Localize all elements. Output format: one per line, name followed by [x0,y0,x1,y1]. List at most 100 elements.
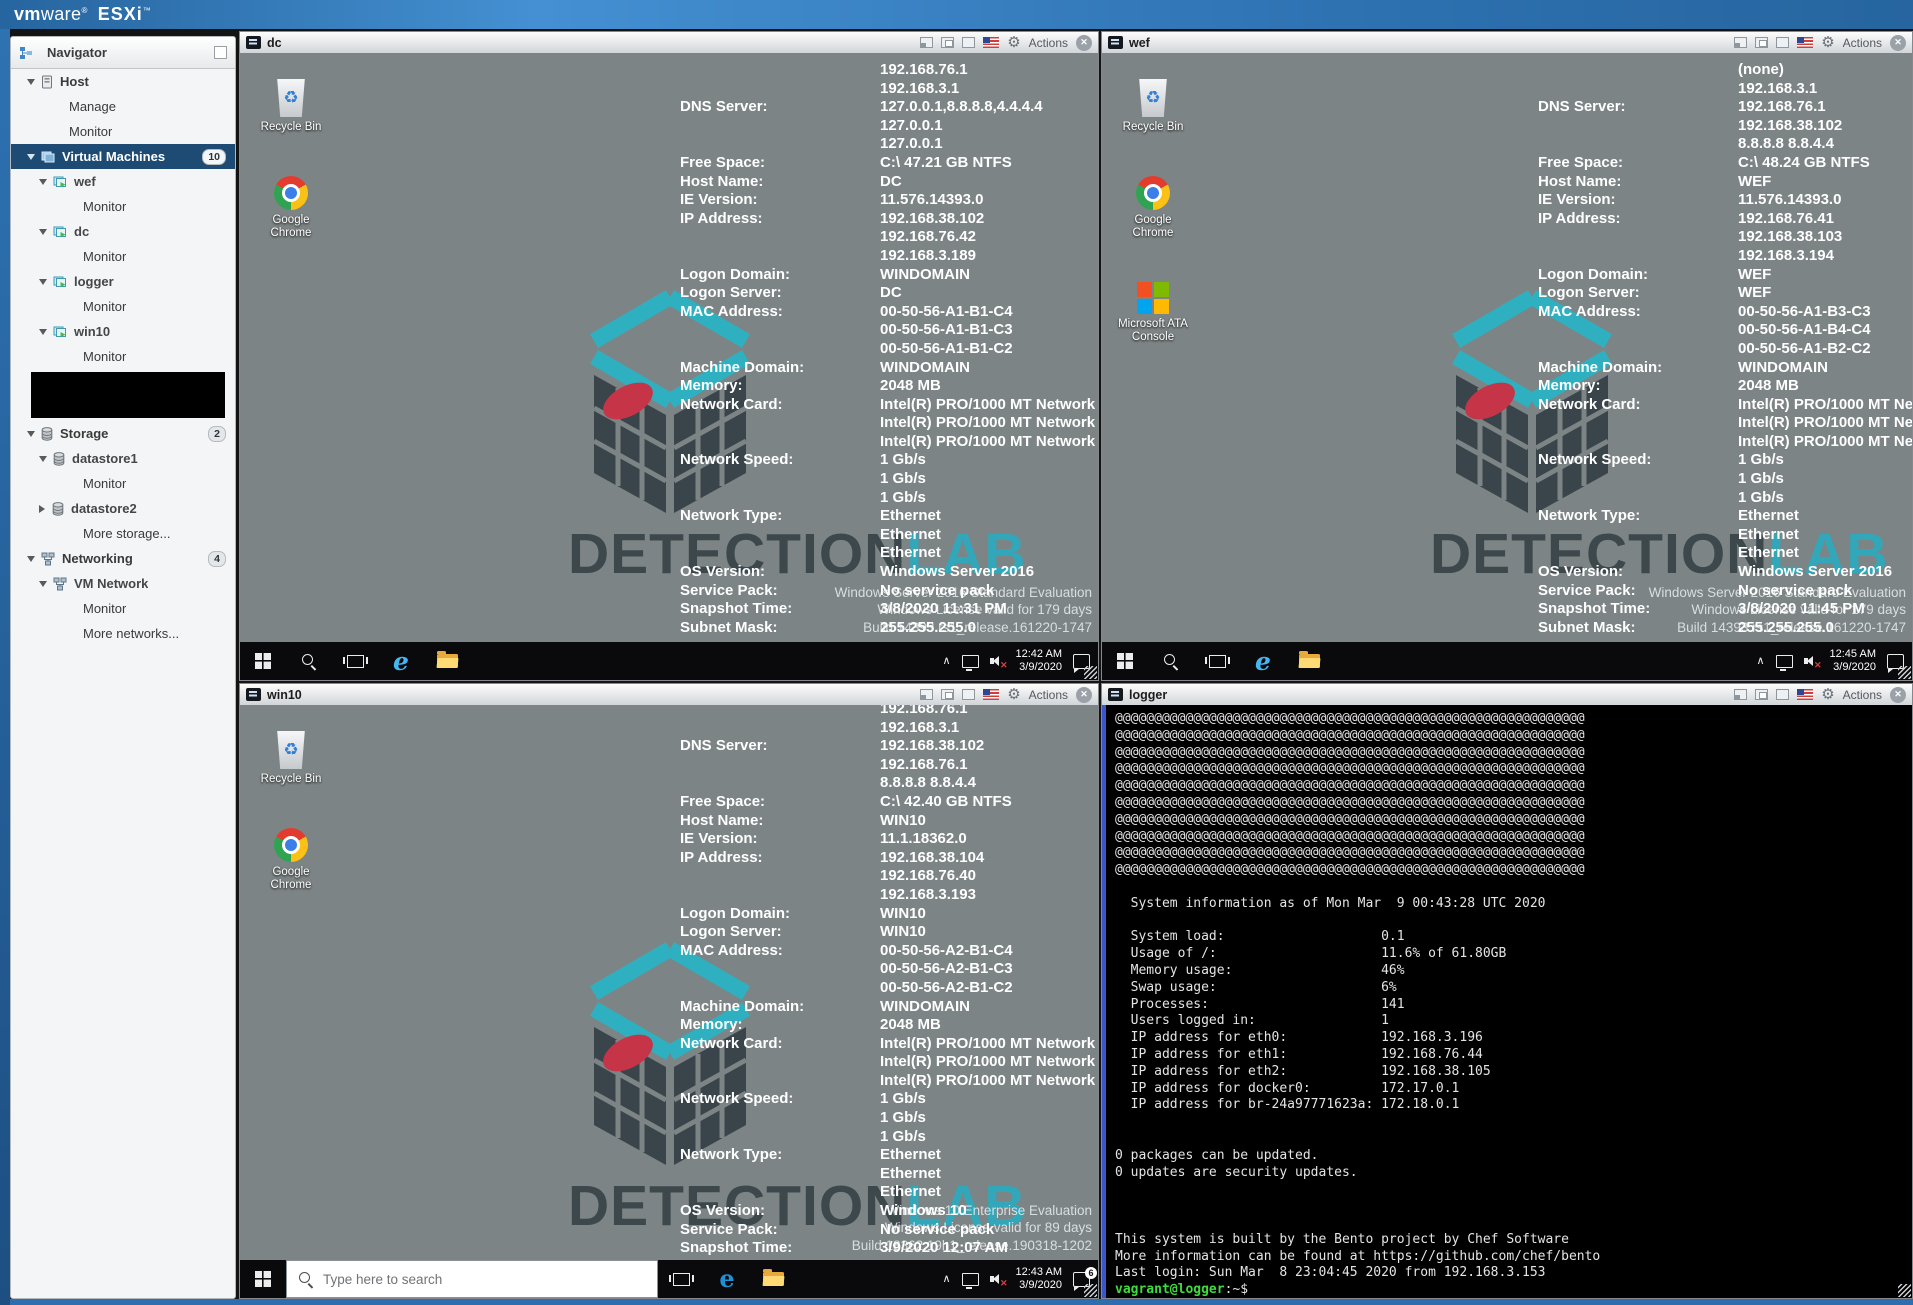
search-button[interactable] [1148,642,1194,680]
keyboard-layout-flag-icon[interactable] [983,37,999,48]
task-view-button[interactable] [332,642,378,680]
keyboard-layout-flag-icon[interactable] [1797,689,1813,700]
tray-chevron-up-icon[interactable]: ∧ [942,1274,950,1285]
actions-menu[interactable]: Actions [1029,36,1068,50]
sidebar-item-datastore2[interactable]: datastore2 [11,496,235,521]
volume-muted-icon[interactable]: ✕ [1804,655,1819,668]
console-fullscreen-icon[interactable] [962,37,975,48]
desktop-icon-google-chrome[interactable]: Google Chrome [1114,176,1192,240]
console-popout-icon[interactable] [1755,689,1768,700]
close-icon[interactable]: ✕ [1076,35,1092,51]
sidebar-item-host[interactable]: Host [11,69,235,94]
gear-icon[interactable]: ⚙ [1007,687,1020,702]
sidebar-item-monitor[interactable]: Monitor [11,244,235,269]
network-tray-icon[interactable] [962,655,979,668]
host-icon [41,75,53,89]
internet-explorer-button[interactable]: e [378,642,424,680]
console-popout-icon[interactable] [941,689,954,700]
console-fullscreen-icon[interactable] [962,689,975,700]
sidebar-item-datastore1[interactable]: datastore1 [11,446,235,471]
desktop-icon-google-chrome[interactable]: Google Chrome [252,828,330,892]
console-popout-icon[interactable] [941,37,954,48]
vm-window-titlebar[interactable]: wef ⚙ Actions ✕ [1102,32,1912,54]
vm-window-titlebar[interactable]: win10 ⚙ Actions ✕ [240,684,1098,706]
file-explorer-button[interactable] [1286,642,1332,680]
close-icon[interactable]: ✕ [1076,687,1092,703]
close-icon[interactable]: ✕ [1890,35,1906,51]
sidebar-item-storage[interactable]: Storage 2 [11,421,235,446]
sidebar-item-virtual-machines[interactable]: Virtual Machines 10 [11,144,235,169]
close-icon[interactable]: ✕ [1890,687,1906,703]
gear-icon[interactable]: ⚙ [1821,35,1834,50]
console-fullscreen-icon[interactable] [1776,37,1789,48]
desktop-icon-microsoft-ata-console[interactable]: Microsoft ATA Console [1114,282,1192,344]
vm-window-wef: wef ⚙ Actions ✕ DETE [1101,31,1913,681]
sidebar-item-monitor[interactable]: Monitor [11,596,235,621]
sidebar-item-vm-win10[interactable]: win10 [11,319,235,344]
sidebar-item-vm-dc[interactable]: dc [11,219,235,244]
console-fit-icon[interactable] [1734,37,1747,48]
search-button[interactable] [286,642,332,680]
sidebar-item-vm-logger[interactable]: logger [11,269,235,294]
sidebar-item-vm-wef[interactable]: wef [11,169,235,194]
sidebar-item-monitor[interactable]: Monitor [11,194,235,219]
vm-taskbar: e ∧ ✕ 12:45 AM3/9/2020 [1102,642,1912,680]
resize-grip[interactable] [1084,1284,1097,1297]
start-button[interactable] [240,642,286,680]
gear-icon[interactable]: ⚙ [1821,687,1834,702]
sidebar-item-monitor[interactable]: Monitor [11,119,235,144]
desktop-icon-google-chrome[interactable]: Google Chrome [252,176,330,240]
desktop-icon-recycle-bin[interactable]: ♻ Recycle Bin [252,79,330,134]
sidebar-item-monitor[interactable]: Monitor [11,471,235,496]
network-tray-icon[interactable] [962,1273,979,1286]
resize-grip[interactable] [1898,1284,1911,1297]
taskbar-clock[interactable]: 12:45 AM3/9/2020 [1830,648,1876,674]
console-popout-icon[interactable] [1755,37,1768,48]
sidebar-item-more-networks[interactable]: More networks... [11,621,235,646]
resize-grip[interactable] [1084,666,1097,679]
vm-window-dc: dc ⚙ Actions ✕ DETEC [239,31,1099,681]
sidebar-item-manage[interactable]: Manage [11,94,235,119]
keyboard-layout-flag-icon[interactable] [983,689,999,700]
volume-muted-icon[interactable]: ✕ [990,1273,1005,1286]
internet-explorer-button[interactable]: e [1240,642,1286,680]
desktop-icon-recycle-bin[interactable]: ♻ Recycle Bin [252,731,330,786]
console-fit-icon[interactable] [1734,689,1747,700]
gear-icon[interactable]: ⚙ [1007,35,1020,50]
panel-pin-icon[interactable] [214,46,227,59]
network-tray-icon[interactable] [1776,655,1793,668]
task-view-button[interactable] [1194,642,1240,680]
vm-console-terminal-logger[interactable]: @@@@@@@@@@@@@@@@@@@@@@@@@@@@@@@@@@@@@@@@… [1102,705,1912,1298]
sidebar-item-more-storage[interactable]: More storage... [11,521,235,546]
console-fit-icon[interactable] [920,37,933,48]
resize-grip[interactable] [1898,666,1911,679]
volume-muted-icon[interactable]: ✕ [990,655,1005,668]
start-button[interactable] [240,1260,286,1298]
actions-menu[interactable]: Actions [1843,36,1882,50]
console-fullscreen-icon[interactable] [1776,689,1789,700]
sidebar-item-vm-network[interactable]: VM Network [11,571,235,596]
tray-chevron-up-icon[interactable]: ∧ [942,656,950,667]
keyboard-layout-flag-icon[interactable] [1797,37,1813,48]
vm-console-screen-win10[interactable]: DETECTIONLAB ♻ Recycle Bin Google Chrome… [240,705,1098,1298]
taskbar-clock[interactable]: 12:42 AM3/9/2020 [1016,648,1062,674]
edge-button[interactable]: e [704,1260,750,1298]
desktop-icon-recycle-bin[interactable]: ♻ Recycle Bin [1114,79,1192,134]
vm-window-titlebar[interactable]: logger ⚙ Actions ✕ [1102,684,1912,706]
vm-window-titlebar[interactable]: dc ⚙ Actions ✕ [240,32,1098,54]
task-view-button[interactable] [658,1260,704,1298]
file-explorer-button[interactable] [424,642,470,680]
actions-menu[interactable]: Actions [1029,688,1068,702]
console-fit-icon[interactable] [920,689,933,700]
tray-chevron-up-icon[interactable]: ∧ [1756,656,1764,667]
taskbar-search-input[interactable]: Type here to search [286,1260,658,1298]
sidebar-item-networking[interactable]: Networking 4 [11,546,235,571]
sidebar-item-monitor[interactable]: Monitor [11,294,235,319]
vm-console-screen-wef[interactable]: DETECTIONLAB ♻ Recycle Bin Google Chrome… [1102,53,1912,680]
vm-console-screen-dc[interactable]: DETECTIONLAB ♻ Recycle Bin Google Chrome… [240,53,1098,680]
actions-menu[interactable]: Actions [1843,688,1882,702]
file-explorer-button[interactable] [750,1260,796,1298]
sidebar-item-monitor[interactable]: Monitor [11,344,235,369]
start-button[interactable] [1102,642,1148,680]
taskbar-clock[interactable]: 12:43 AM3/9/2020 [1016,1266,1062,1292]
